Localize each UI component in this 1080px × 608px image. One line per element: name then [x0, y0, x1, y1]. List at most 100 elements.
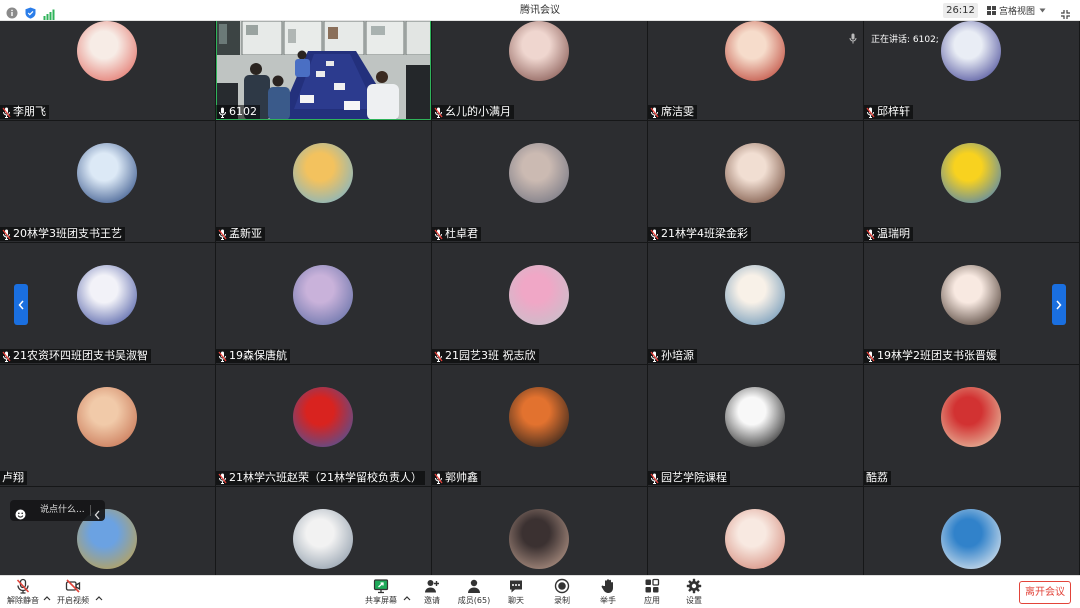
title-bar: 腾讯会议 26:12 宫格视图 — [0, 0, 1080, 21]
fullscreen-icon[interactable] — [1060, 5, 1071, 19]
unmute-button[interactable]: 解除静音 — [1, 577, 45, 608]
next-page-button[interactable] — [1052, 284, 1066, 325]
participant-label: 孟新亚 — [216, 227, 265, 241]
participant-tile[interactable] — [432, 487, 647, 575]
participant-tile[interactable]: 21林学六班赵荣（21林学留校负责人） — [216, 365, 431, 486]
chat-button[interactable]: 聊天 — [494, 577, 538, 608]
avatar — [941, 21, 1001, 81]
participant-tile[interactable]: 席洁雯 — [648, 21, 863, 120]
participant-label: 21园艺3班 祝志欣 — [432, 349, 539, 363]
participant-tile[interactable] — [864, 487, 1079, 575]
participant-tile[interactable]: 19森保唐航 — [216, 243, 431, 364]
members-button[interactable]: 成员(65) — [452, 577, 496, 608]
chat-placeholder: 说点什么... — [40, 505, 85, 515]
leave-meeting-button[interactable]: 离开会议 — [1019, 581, 1071, 604]
avatar — [77, 143, 137, 203]
mic-icon — [218, 107, 229, 118]
info-icon[interactable] — [6, 4, 18, 23]
quick-chat-input[interactable]: 说点什么... — [10, 500, 105, 521]
participant-tile[interactable]: 园艺学院课程 — [648, 365, 863, 486]
participant-label: 李朋飞 — [0, 105, 49, 119]
participant-label: 21农资环四班团支书吴淑智 — [0, 349, 151, 363]
invite-label: 邀请 — [424, 596, 440, 605]
shield-icon[interactable] — [25, 4, 36, 23]
mic-muted-icon — [434, 229, 445, 240]
meeting-timer: 26:12 — [943, 3, 978, 18]
share-screen-button[interactable]: 共享屏幕 — [359, 577, 403, 608]
raise-hand-button[interactable]: 举手 — [586, 577, 630, 608]
mic-muted-icon — [866, 107, 877, 118]
prev-page-button[interactable] — [14, 284, 28, 325]
record-label: 录制 — [554, 596, 570, 605]
avatar — [941, 265, 1001, 325]
share-screen-label: 共享屏幕 — [365, 596, 397, 605]
participant-tile[interactable]: 21农资环四班团支书吴淑智 — [0, 243, 215, 364]
avatar — [293, 509, 353, 569]
signal-icon[interactable] — [43, 5, 55, 24]
mic-muted-icon — [650, 351, 661, 362]
avatar — [941, 509, 1001, 569]
participant-tile[interactable]: 19林学2班团支书张晋媛 — [864, 243, 1079, 364]
view-mode-label: 宫格视图 — [999, 7, 1036, 17]
start-video-button[interactable]: 开启视频 — [51, 577, 95, 608]
participant-tile[interactable] — [216, 487, 431, 575]
participant-label: 酷荔 — [864, 471, 891, 485]
participant-tile[interactable]: 酷荔 — [864, 365, 1079, 486]
speaking-indicator: 正在讲话: 6102; — [849, 31, 939, 45]
participant-tile[interactable]: 卢翔 — [0, 365, 215, 486]
participant-name: 孙培源 — [661, 349, 694, 362]
apps-label: 应用 — [644, 596, 660, 605]
chevron-down-icon — [1039, 8, 1046, 13]
record-button[interactable]: 录制 — [540, 577, 584, 608]
participant-tile[interactable]: 幺儿的小满月 — [432, 21, 647, 120]
participant-tile[interactable]: 6102 — [216, 21, 431, 120]
participant-name: 席洁雯 — [661, 105, 694, 118]
invite-button[interactable]: 邀请 — [410, 577, 454, 608]
participant-label: 温瑞明 — [864, 227, 913, 241]
camera-off-icon — [65, 579, 81, 593]
participant-tile[interactable]: 21园艺3班 祝志欣 — [432, 243, 647, 364]
participant-name: 6102 — [229, 105, 257, 118]
participant-label: 卢翔 — [0, 471, 27, 485]
mic-muted-icon — [434, 473, 445, 484]
participant-label: 席洁雯 — [648, 105, 697, 119]
participant-label: 6102 — [216, 105, 260, 119]
share-screen-icon — [373, 579, 389, 594]
participant-name: 邱梓轩 — [877, 105, 910, 118]
participant-tile[interactable]: 温瑞明 — [864, 121, 1079, 242]
settings-button[interactable]: 设置 — [672, 577, 716, 608]
mic-muted-icon — [2, 229, 13, 240]
members-label: 成员(65) — [457, 596, 491, 605]
participant-name: 酷荔 — [866, 471, 888, 484]
emoji-icon[interactable] — [15, 505, 26, 524]
avatar — [509, 21, 569, 81]
avatar — [293, 265, 353, 325]
participant-tile[interactable]: 李朋飞 — [0, 21, 215, 120]
mic-muted-icon — [866, 229, 877, 240]
mic-muted-icon — [2, 351, 13, 362]
view-mode-switch[interactable]: 宫格视图 — [987, 2, 1051, 19]
participant-tile[interactable]: 孟新亚 — [216, 121, 431, 242]
audio-options-chevron-up-icon[interactable] — [43, 586, 51, 601]
speaking-text: 正在讲话: 6102; — [871, 34, 939, 45]
video-options-chevron-up-icon[interactable] — [95, 586, 103, 601]
mic-muted-icon — [866, 351, 877, 362]
participant-label: 孙培源 — [648, 349, 697, 363]
avatar — [77, 265, 137, 325]
participant-tile[interactable]: 20林学3班团支书王艺 — [0, 121, 215, 242]
participant-tile[interactable]: 孙培源 — [648, 243, 863, 364]
apps-button[interactable]: 应用 — [630, 577, 674, 608]
participant-tile[interactable]: 杜卓君 — [432, 121, 647, 242]
participant-name: 21园艺3班 祝志欣 — [445, 349, 536, 362]
record-icon — [554, 578, 570, 594]
participant-tile[interactable]: 21林学4班梁金彩 — [648, 121, 863, 242]
participant-tile[interactable]: 郭帅鑫 — [432, 365, 647, 486]
meeting-toolbar: 解除静音 开启视频 共享屏幕 邀请 成员(65) 聊天 录制 举手 应用 设置 … — [0, 575, 1080, 608]
participant-name: 李朋飞 — [13, 105, 46, 118]
mic-muted-icon — [2, 107, 13, 118]
mic-muted-icon — [16, 578, 30, 594]
participant-label: 幺儿的小满月 — [432, 105, 514, 119]
participant-tile[interactable] — [648, 487, 863, 575]
mic-muted-icon — [650, 473, 661, 484]
collapse-chat-icon[interactable] — [94, 505, 100, 524]
